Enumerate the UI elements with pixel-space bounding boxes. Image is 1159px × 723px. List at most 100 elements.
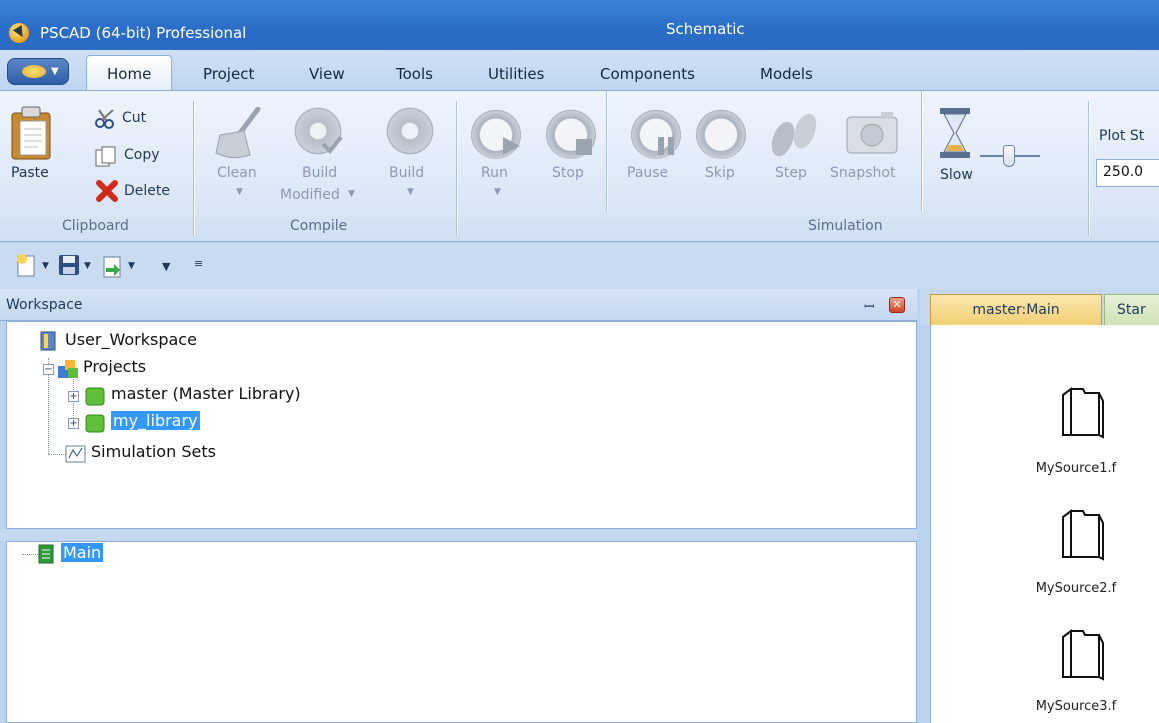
chevron-down-icon[interactable]: ▼	[42, 261, 49, 271]
camera-icon	[846, 112, 898, 154]
ribbon-tab-row: ▼ Home Project View Tools Utilities Comp…	[0, 50, 1159, 91]
pin-icon[interactable]: ꟷ	[864, 297, 875, 315]
tree-item-workspace[interactable]: User_Workspace	[65, 330, 197, 349]
pane-splitter[interactable]	[0, 529, 917, 541]
footsteps-icon	[771, 113, 817, 157]
context-title: Schematic	[666, 20, 745, 38]
stop-button[interactable]: Stop	[552, 165, 584, 181]
group-divider	[921, 91, 922, 211]
chevron-down-icon: ▼	[407, 187, 414, 197]
pscad-orb-icon	[22, 65, 46, 78]
workspace-title: Workspace	[6, 297, 83, 313]
workspace-tree: User_Workspace − Projects + master (Mast…	[6, 321, 917, 529]
tab-components[interactable]: Components	[600, 65, 695, 83]
import-icon[interactable]	[100, 254, 124, 278]
chevron-down-icon[interactable]: ▼	[128, 261, 135, 271]
skip-button[interactable]: Skip	[705, 165, 735, 181]
document-tabs: master:Main Star	[920, 289, 1159, 325]
app-title: PSCAD (64-bit) Professional	[40, 24, 247, 42]
tree-item-my-library[interactable]: my_library	[111, 411, 200, 430]
tree-item-simulation-sets[interactable]: Simulation Sets	[91, 442, 216, 461]
new-file-icon[interactable]	[14, 253, 38, 277]
workspace-header: Workspace ꟷ ✕	[0, 289, 917, 321]
page-icon	[38, 544, 54, 564]
hierarchy-tree: Main	[6, 541, 917, 723]
step-button[interactable]: Step	[775, 165, 807, 181]
group-divider	[606, 91, 607, 211]
module-folder-icon[interactable]	[1055, 629, 1115, 681]
build-modified-label-2: Modified	[280, 187, 340, 203]
clipboard-group-label: Clipboard	[62, 218, 129, 234]
chevron-down-icon[interactable]: ▼	[84, 261, 91, 271]
slider-thumb[interactable]	[1003, 145, 1015, 167]
chevron-down-icon: ▼	[348, 189, 355, 199]
tab-utilities[interactable]: Utilities	[488, 65, 544, 83]
build-modified-button[interactable]: Build	[302, 165, 337, 181]
check-icon	[321, 135, 343, 155]
plot-step-input[interactable]: 250.0	[1096, 159, 1159, 187]
chevron-down-icon: ▼	[494, 187, 501, 197]
tab-models[interactable]: Models	[760, 65, 813, 83]
ribbon: Paste Cut Copy Delete Clipboard Clean ▼	[0, 90, 1159, 242]
module-label: MySource3.f	[1035, 699, 1117, 714]
overflow-icon[interactable]: ≡	[194, 257, 203, 270]
tree-item-master-library[interactable]: master (Master Library)	[111, 384, 301, 403]
module-label: MySource1.f	[1035, 461, 1117, 476]
customize-toolbar-icon[interactable]: ▼	[162, 260, 170, 273]
module-folder-icon[interactable]	[1055, 509, 1115, 561]
cut-icon	[95, 109, 114, 129]
schematic-canvas[interactable]: MySource1.f MySource2.f MySource3.f	[930, 325, 1159, 723]
tab-tools[interactable]: Tools	[396, 65, 433, 83]
play-icon	[503, 137, 520, 155]
tab-home[interactable]: Home	[86, 55, 173, 91]
clean-button[interactable]: Clean	[217, 165, 257, 181]
delete-icon	[96, 180, 118, 202]
tab-master-main[interactable]: master:Main	[930, 294, 1102, 325]
copy-button[interactable]: Copy	[124, 147, 160, 163]
paste-icon	[11, 106, 51, 160]
close-icon[interactable]: ✕	[889, 297, 905, 313]
expand-icon[interactable]: +	[68, 418, 79, 429]
hourglass-icon	[940, 108, 970, 158]
compile-group-label: Compile	[290, 218, 348, 234]
title-bar: PSCAD (64-bit) Professional Schematic	[0, 0, 1159, 50]
projects-icon	[58, 360, 78, 378]
group-divider	[456, 101, 457, 235]
pause-button[interactable]: Pause	[627, 165, 668, 181]
snapshot-button[interactable]: Snapshot	[830, 165, 895, 181]
tree-item-main[interactable]: Main	[61, 543, 104, 562]
group-divider	[1088, 101, 1089, 235]
simulation-group-label: Simulation	[808, 218, 883, 234]
library-cube-icon	[85, 414, 105, 433]
paste-button[interactable]: Paste	[11, 165, 49, 181]
simulation-sets-icon	[65, 445, 86, 463]
collapse-icon[interactable]: −	[43, 364, 54, 375]
pause-icon	[658, 137, 674, 155]
build-gears-icon	[382, 103, 438, 159]
save-icon[interactable]	[58, 254, 80, 276]
pscad-logo-icon[interactable]	[9, 23, 29, 43]
chevron-down-icon: ▼	[51, 66, 59, 77]
cut-button[interactable]: Cut	[122, 110, 146, 126]
skip-stopwatch-icon	[695, 105, 747, 159]
copy-icon	[95, 146, 116, 167]
stop-icon	[576, 139, 592, 155]
broom-icon	[215, 107, 261, 159]
library-cube-icon	[85, 387, 105, 406]
tree-item-main-label: Main	[61, 543, 104, 562]
workspace-icon	[40, 331, 56, 351]
module-folder-icon[interactable]	[1055, 387, 1115, 439]
module-label: MySource2.f	[1035, 581, 1117, 596]
delete-button[interactable]: Delete	[124, 183, 170, 199]
tab-view[interactable]: View	[309, 65, 345, 83]
tab-project[interactable]: Project	[203, 65, 254, 83]
application-menu-button[interactable]: ▼	[7, 58, 69, 85]
tab-start-page[interactable]: Star	[1104, 294, 1159, 325]
tree-item-my-library-label: my_library	[111, 411, 200, 430]
slow-button[interactable]: Slow	[940, 167, 973, 183]
expand-icon[interactable]: +	[68, 391, 79, 402]
run-button[interactable]: Run	[481, 165, 508, 181]
build-button[interactable]: Build	[389, 165, 424, 181]
group-divider	[193, 101, 194, 235]
tree-item-projects[interactable]: Projects	[83, 357, 146, 376]
